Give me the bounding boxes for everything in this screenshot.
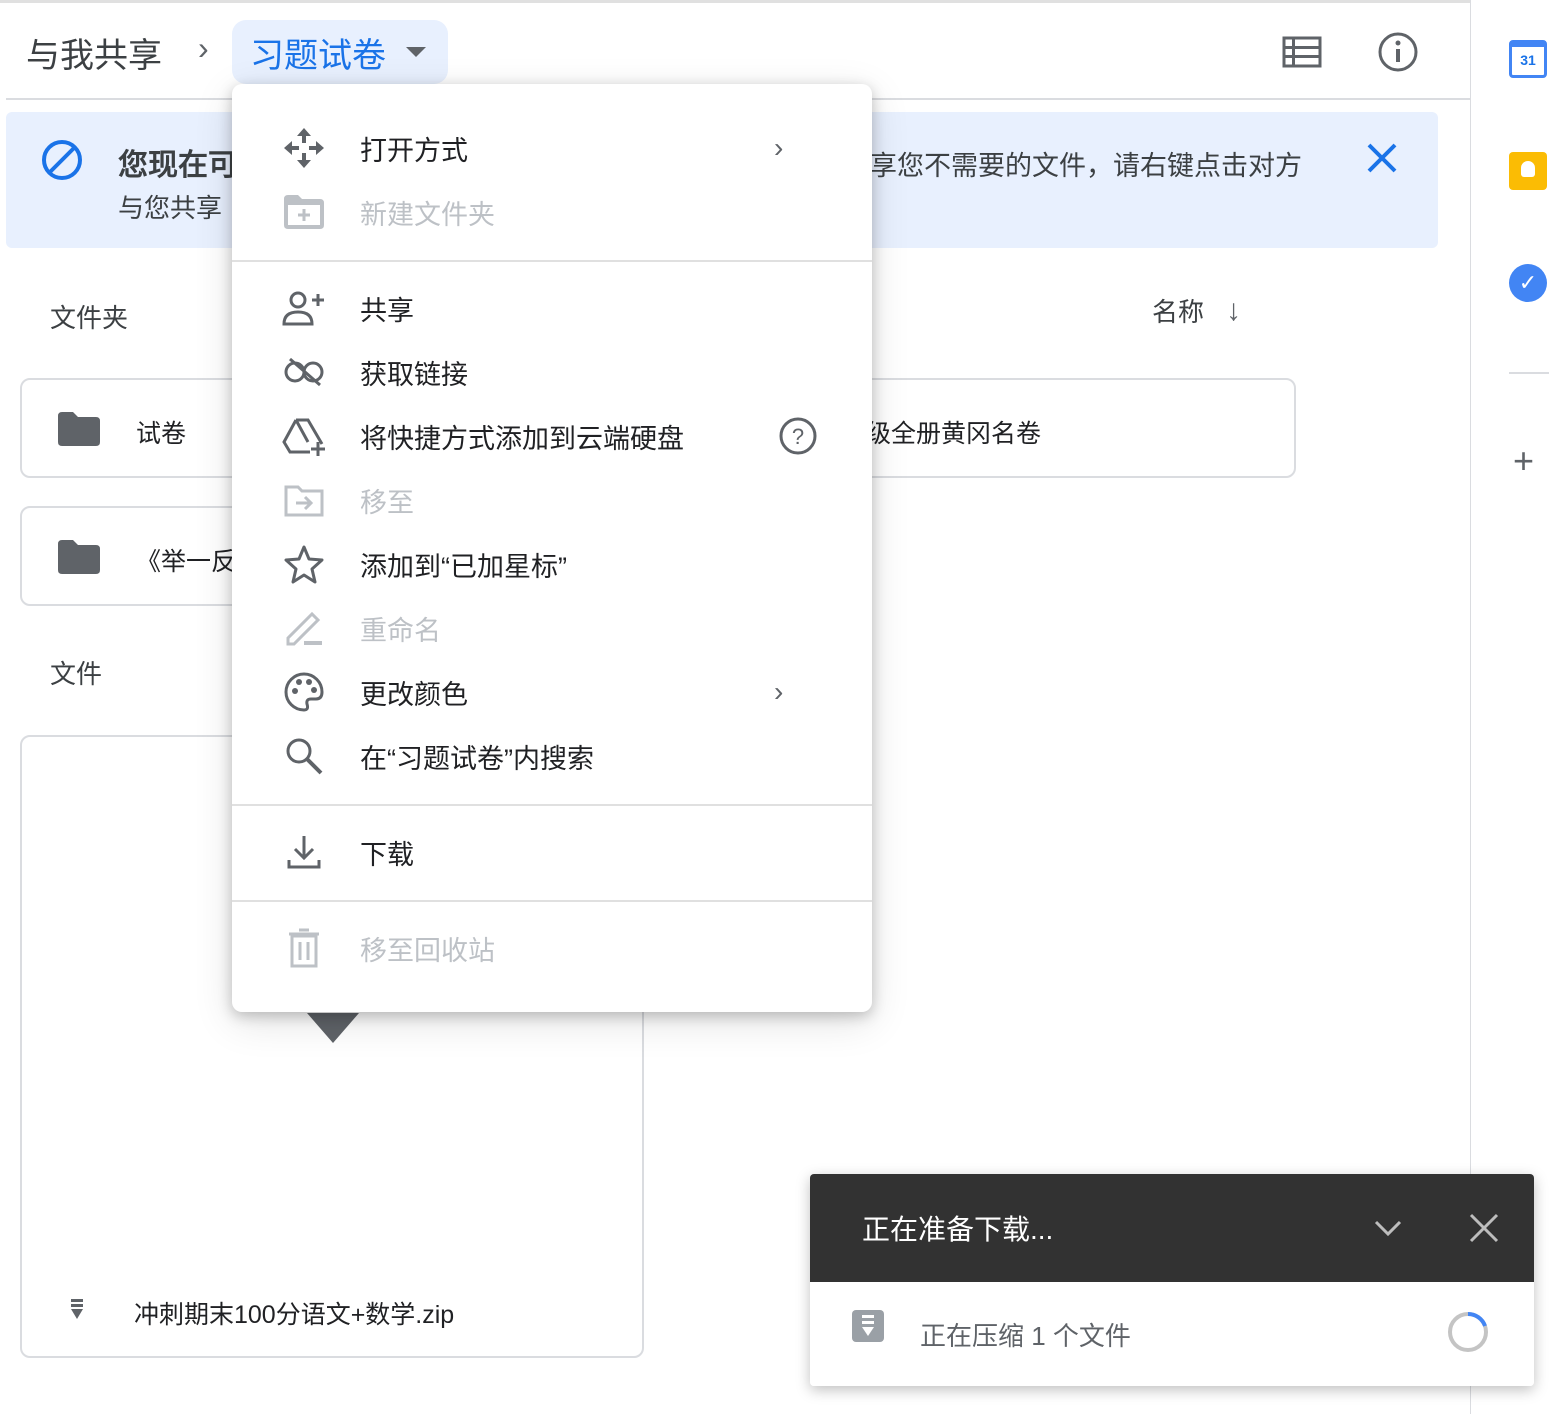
- help-icon[interactable]: ?: [778, 416, 818, 461]
- link-icon: [282, 350, 326, 394]
- menu-label: 共享: [360, 295, 414, 326]
- banner-subtitle: 与您共享: [118, 193, 223, 223]
- folder-name: 试卷: [136, 420, 187, 448]
- keep-icon[interactable]: [1509, 152, 1547, 190]
- menu-item-new-folder: 新建文件夹: [232, 182, 872, 242]
- close-icon[interactable]: [1468, 1212, 1500, 1251]
- rename-icon: [282, 606, 326, 650]
- menu-item-get-link[interactable]: 获取链接: [232, 342, 872, 402]
- breadcrumb-chevron-icon: ›: [198, 30, 209, 66]
- open-with-icon: [282, 126, 326, 170]
- star-icon: [282, 542, 326, 586]
- download-item: 正在压缩 1 个文件: [810, 1282, 1534, 1386]
- blocked-icon: [40, 138, 84, 187]
- menu-divider: [232, 804, 872, 806]
- menu-label: 获取链接: [360, 359, 468, 390]
- menu-label: 将快捷方式添加到云端硬盘: [360, 423, 684, 454]
- folder-name: 《举一反: [136, 548, 237, 576]
- menu-label: 重命名: [360, 615, 441, 646]
- menu-label: 下载: [360, 839, 414, 870]
- file-preview-icon: [307, 1013, 359, 1043]
- zip-file-icon: [71, 1299, 83, 1319]
- menu-item-rename: 重命名: [232, 598, 872, 658]
- add-addon-icon[interactable]: +: [1513, 440, 1534, 482]
- trash-icon: [282, 926, 326, 970]
- folders-section-label: 文件夹: [50, 303, 129, 333]
- context-menu: 打开方式 › 新建文件夹 共享 获取链接 将快捷方式添加到云端硬盘? 移至 添加到…: [232, 84, 872, 1012]
- new-folder-icon: [282, 190, 326, 234]
- collapse-chevron-icon[interactable]: [1372, 1212, 1404, 1251]
- folder-icon: [58, 540, 100, 574]
- progress-spinner: [1446, 1310, 1490, 1359]
- download-panel: 正在准备下载... 正在压缩 1 个文件: [810, 1174, 1534, 1386]
- calendar-day: 31: [1520, 52, 1536, 68]
- zip-file-icon: [852, 1310, 884, 1342]
- dropdown-caret-icon: [406, 47, 426, 57]
- download-panel-header: 正在准备下载...: [810, 1174, 1534, 1282]
- menu-item-download[interactable]: 下载: [232, 822, 872, 882]
- chevron-right-icon: ›: [774, 132, 784, 163]
- banner-text: 享您不需要的文件，请右键点击对方: [870, 151, 1302, 181]
- add-shortcut-icon: [282, 414, 326, 458]
- calendar-icon[interactable]: 31: [1509, 40, 1547, 78]
- folder-icon: [58, 412, 100, 446]
- menu-item-change-color[interactable]: 更改颜色 ›: [232, 662, 872, 722]
- file-name: 冲刺期末100分语文+数学.zip: [134, 1301, 455, 1329]
- search-icon: [282, 734, 326, 778]
- current-folder-label: 习题试卷: [250, 36, 386, 75]
- menu-item-share[interactable]: 共享: [232, 278, 872, 338]
- download-title: 正在准备下载...: [862, 1214, 1054, 1245]
- side-divider: [1509, 372, 1549, 374]
- menu-label: 更改颜色: [360, 679, 468, 710]
- info-icon[interactable]: [1376, 30, 1420, 79]
- arrow-down-icon: ↓: [1226, 293, 1242, 327]
- person-add-icon: [282, 286, 326, 330]
- files-section-label: 文件: [50, 659, 103, 689]
- menu-item-add-shortcut[interactable]: 将快捷方式添加到云端硬盘?: [232, 406, 872, 466]
- menu-label: 在“习题试卷”内搜索: [360, 743, 594, 774]
- menu-item-open-with[interactable]: 打开方式 ›: [232, 118, 872, 178]
- menu-label: 添加到“已加星标”: [360, 551, 567, 582]
- list-view-icon[interactable]: [1282, 36, 1322, 73]
- sort-label: 名称: [1152, 297, 1205, 327]
- top-border: [0, 0, 1470, 3]
- menu-item-search-in-folder[interactable]: 在“习题试卷”内搜索: [232, 726, 872, 786]
- menu-label: 移至回收站: [360, 935, 495, 966]
- menu-item-add-star[interactable]: 添加到“已加星标”: [232, 534, 872, 594]
- svg-text:?: ?: [792, 424, 804, 449]
- palette-icon: [282, 670, 326, 714]
- download-status: 正在压缩 1 个文件: [920, 1321, 1131, 1351]
- sort-by-name-button[interactable]: 名称 ↓: [1152, 292, 1241, 329]
- menu-divider: [232, 900, 872, 902]
- download-icon: [282, 830, 326, 874]
- banner-title: 您现在可: [118, 149, 238, 182]
- move-to-icon: [282, 478, 326, 522]
- menu-divider: [232, 260, 872, 262]
- menu-item-move-to: 移至: [232, 470, 872, 530]
- chevron-right-icon: ›: [774, 676, 784, 707]
- menu-item-trash: 移至回收站: [232, 918, 872, 978]
- breadcrumb-current-folder[interactable]: 习题试卷: [232, 20, 448, 84]
- breadcrumb-shared-with-me[interactable]: 与我共享: [26, 28, 162, 77]
- tasks-icon[interactable]: ✓: [1509, 264, 1547, 302]
- banner-close-icon[interactable]: [1364, 140, 1400, 181]
- menu-label: 打开方式: [360, 135, 468, 166]
- folder-name: 级全册黄冈名卷: [866, 420, 1042, 448]
- menu-label: 新建文件夹: [360, 199, 495, 230]
- menu-label: 移至: [360, 487, 414, 518]
